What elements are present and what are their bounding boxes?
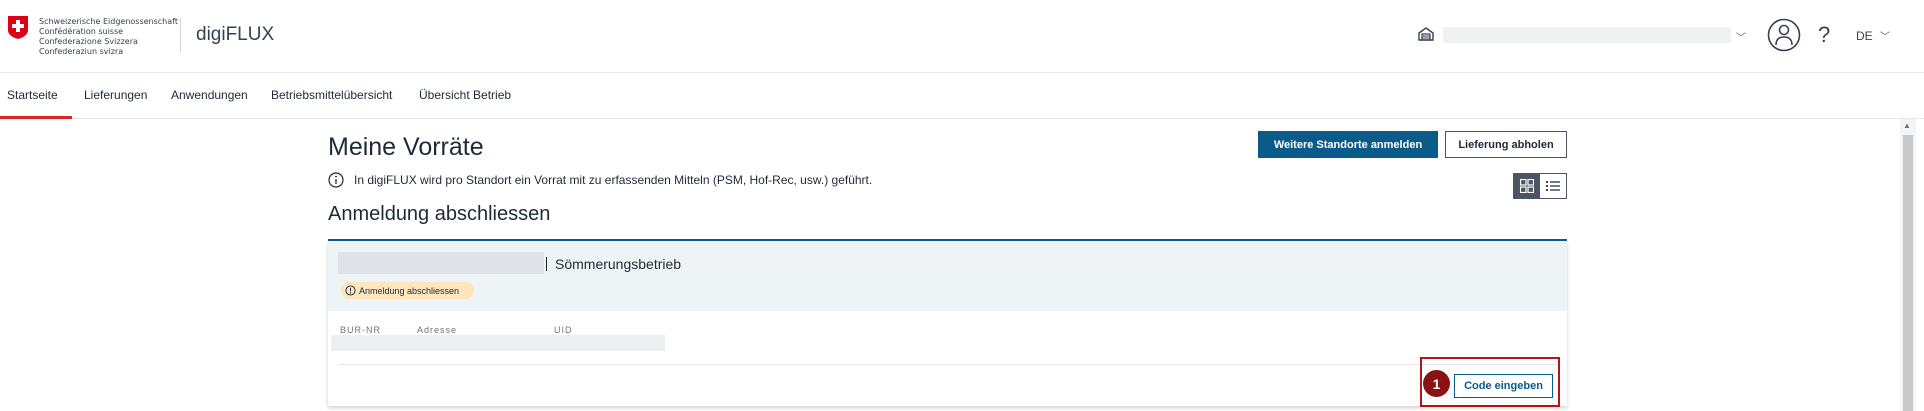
status-badge: Anmeldung abschliessen xyxy=(341,282,474,299)
confederation-line: Confédération suisse xyxy=(39,27,124,36)
info-text: In digiFLUX wird pro Standort ein Vorrat… xyxy=(354,173,873,187)
language-selector[interactable]: DE xyxy=(1856,29,1873,43)
redacted-details xyxy=(331,335,665,351)
info-icon xyxy=(328,172,344,188)
page-title: Meine Vorräte xyxy=(328,133,484,161)
active-tab-indicator xyxy=(0,116,72,119)
column-label-uid: UID xyxy=(554,325,573,335)
grid-view-icon[interactable] xyxy=(1514,174,1541,198)
card-title: Sömmerungsbetrieb xyxy=(555,256,682,272)
section-title: Anmeldung abschliessen xyxy=(328,203,551,225)
logo-divider xyxy=(180,18,181,52)
scrollbar-thumb[interactable] xyxy=(1903,135,1913,411)
app-name[interactable]: digiFLUX xyxy=(196,24,274,46)
top-header: Schweizerische Eidgenossenschaft Confédé… xyxy=(0,0,1924,73)
callout-step-number: 1 xyxy=(1423,370,1450,397)
enter-code-button[interactable]: Code eingeben xyxy=(1454,374,1553,398)
confederation-line: Confederazione Svizzera xyxy=(39,37,138,46)
view-toggle xyxy=(1513,173,1567,199)
column-label-adresse: Adresse xyxy=(417,325,458,335)
title-divider xyxy=(546,257,547,271)
warning-icon xyxy=(345,285,356,296)
location-select[interactable] xyxy=(1443,27,1731,43)
tab-startseite[interactable]: Startseite xyxy=(7,88,58,102)
tab-betriebsmitteluebersicht[interactable]: Betriebsmittelübersicht xyxy=(271,88,392,102)
farm-building-icon xyxy=(1418,27,1434,41)
column-label-bur-nr: BUR-NR xyxy=(340,325,381,335)
status-badge-label: Anmeldung abschliessen xyxy=(359,285,460,296)
card-divider xyxy=(338,364,1559,365)
pickup-delivery-button[interactable]: Lieferung abholen xyxy=(1445,131,1567,158)
help-icon[interactable]: ? xyxy=(1818,22,1830,48)
main-navigation: Startseite Lieferungen Anwendungen Betri… xyxy=(0,74,1924,119)
user-account-icon[interactable] xyxy=(1767,18,1801,52)
tab-lieferungen[interactable]: Lieferungen xyxy=(84,88,147,102)
confederation-line: Confederaziun svizra xyxy=(39,47,124,56)
confederation-line: Schweizerische Eidgenossenschaft xyxy=(39,17,178,26)
scroll-up-arrow-icon[interactable]: ▲ xyxy=(1903,121,1911,130)
swiss-flag-icon xyxy=(8,16,28,39)
confederation-logo-text: Schweizerische Eidgenossenschaft Confédé… xyxy=(39,17,178,57)
chevron-down-icon[interactable]: ﹀ xyxy=(1880,28,1890,43)
list-view-icon[interactable] xyxy=(1540,174,1566,198)
register-locations-button[interactable]: Weitere Standorte anmelden xyxy=(1258,131,1438,158)
chevron-down-icon[interactable]: ﹀ xyxy=(1736,29,1746,44)
tab-anwendungen[interactable]: Anwendungen xyxy=(171,88,248,102)
redacted-location-name xyxy=(338,252,544,274)
tab-uebersicht-betrieb[interactable]: Übersicht Betrieb xyxy=(419,88,511,102)
